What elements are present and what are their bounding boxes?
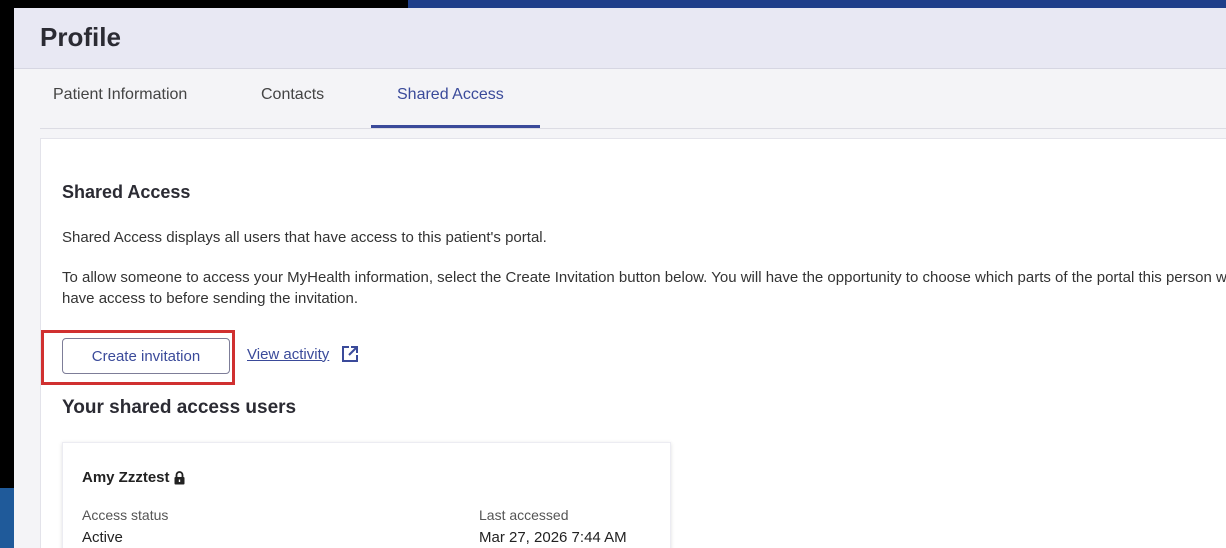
screen-edge-top [408,0,1226,8]
profile-app: Profile Patient Information Contacts Sha… [14,8,1226,548]
last-accessed-label: Last accessed [479,507,569,523]
shared-access-instructions: To allow someone to access your MyHealth… [62,269,1226,307]
last-accessed-value: Mar 27, 2026 7:44 AM [479,529,627,546]
tab-patient-information[interactable]: Patient Information [53,86,187,123]
page-header: Profile [14,8,1226,69]
shared-access-description: Shared Access displays all users that ha… [62,229,547,246]
tab-contacts[interactable]: Contacts [261,86,324,123]
create-invitation-button[interactable]: Create invitation [62,338,230,374]
user-card[interactable]: Amy Zzztest Access status Active Last ac… [62,442,671,548]
section-title: Shared Access [62,182,191,202]
tab-shared-access[interactable]: Shared Access [397,86,504,123]
user-name-row: Amy Zzztest [82,469,186,486]
screen-edge-left [0,0,14,548]
shared-users-heading: Your shared access users [62,397,297,418]
screen-edge-bottom [0,488,14,548]
user-name: Amy Zzztest [82,469,170,486]
active-tab-indicator [371,125,540,128]
shared-access-card: Shared Access Shared Access displays all… [40,138,1226,548]
page-title: Profile [40,22,121,52]
tab-bar: Patient Information Contacts Shared Acce… [40,68,1226,129]
access-status-value: Active [82,529,123,546]
access-status-label: Access status [82,507,169,523]
view-activity-link[interactable]: View activity [247,345,359,363]
view-activity-label: View activity [247,345,330,363]
lock-icon [174,470,185,484]
external-link-icon [342,346,359,362]
